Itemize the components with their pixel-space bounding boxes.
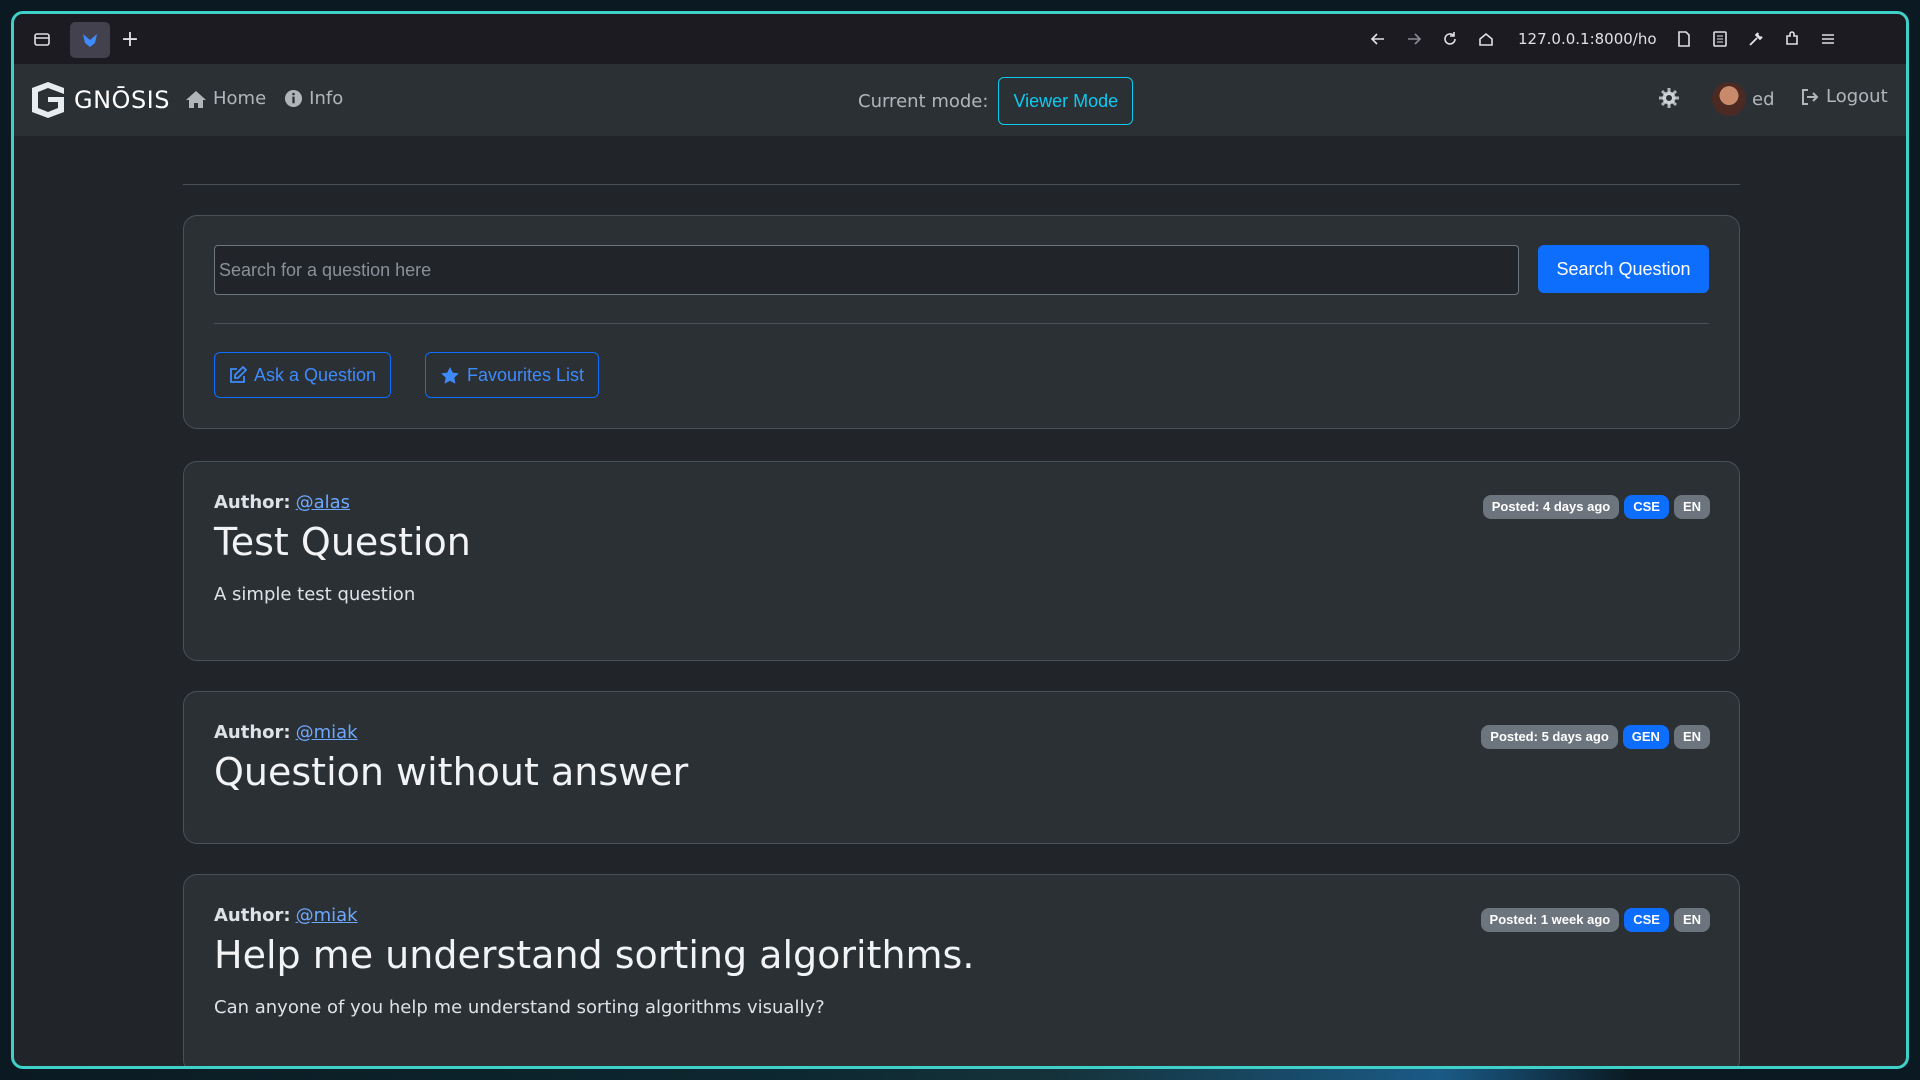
browser-toolbar: + 127.0.0.1:8000/ho: [14, 14, 1906, 64]
new-tab-icon[interactable]: +: [112, 21, 148, 57]
ask-question-button[interactable]: Ask a Question: [214, 352, 392, 398]
nav-info-link[interactable]: Info: [284, 88, 343, 109]
question-author: Author: @miak: [214, 905, 358, 926]
question-author: Author: @miak: [214, 722, 358, 743]
wrench-icon[interactable]: [1738, 21, 1774, 57]
search-input[interactable]: [214, 245, 1519, 295]
question-title[interactable]: Help me understand sorting algorithms.: [214, 933, 974, 977]
browser-window: + 127.0.0.1:8000/ho GNŌSIS Home Info Cur…: [11, 11, 1909, 1069]
question-author: Author: @alas: [214, 492, 350, 513]
edit-icon: [230, 366, 247, 383]
nav-home-link[interactable]: Home: [185, 88, 266, 109]
question-description: A simple test question: [214, 584, 416, 605]
reader-view-icon[interactable]: [1702, 21, 1738, 57]
category-badge: CSE: [1624, 495, 1669, 519]
avatar: [1712, 82, 1746, 116]
author-link[interactable]: @alas: [296, 492, 350, 513]
mode-indicator: Current mode: Viewer Mode: [858, 77, 1134, 125]
posted-badge: Posted: 4 days ago: [1482, 495, 1620, 519]
language-badge: EN: [1673, 495, 1710, 519]
question-card[interactable]: Author: @alas Posted: 4 days ago CSE EN T…: [183, 461, 1740, 661]
favourites-list-label: Favourites List: [467, 364, 585, 385]
author-label: Author:: [214, 492, 291, 513]
author-link[interactable]: @miak: [296, 905, 358, 926]
brand-link[interactable]: GNŌSIS: [28, 80, 170, 120]
star-icon: [441, 366, 459, 384]
logout-label: Logout: [1826, 86, 1888, 107]
posted-badge: Posted: 1 week ago: [1480, 908, 1620, 932]
gear-icon: [1659, 88, 1679, 108]
posted-badge: Posted: 5 days ago: [1481, 725, 1618, 749]
nav-links: Home Info: [185, 88, 343, 109]
forward-arrow-icon[interactable]: [1396, 21, 1432, 57]
tab-overview-icon[interactable]: [24, 21, 60, 57]
info-icon: [285, 89, 303, 108]
nav-home-label: Home: [213, 88, 267, 109]
gnosis-logo-icon: [32, 82, 64, 118]
question-badges: Posted: 1 week ago CSE EN: [1480, 908, 1710, 932]
question-badges: Posted: 5 days ago GEN EN: [1481, 725, 1710, 749]
browser-nav-controls: 127.0.0.1:8000/ho: [1360, 21, 1846, 57]
language-badge: EN: [1673, 908, 1710, 932]
divider: [214, 323, 1709, 324]
author-label: Author:: [214, 905, 291, 926]
divider: [183, 184, 1740, 185]
author-link[interactable]: @miak: [296, 722, 358, 743]
language-badge: EN: [1673, 725, 1710, 749]
menu-icon[interactable]: [1810, 21, 1846, 57]
ask-question-label: Ask a Question: [254, 364, 377, 385]
question-card[interactable]: Author: @miak Posted: 1 week ago CSE EN H…: [183, 874, 1740, 1066]
tab-favicon-icon: [83, 34, 97, 47]
app-navbar: GNŌSIS Home Info Current mode: Viewer Mo…: [14, 64, 1906, 136]
mode-label: Current mode:: [858, 90, 989, 112]
url-bar[interactable]: 127.0.0.1:8000/ho: [1518, 30, 1658, 48]
back-arrow-icon[interactable]: [1360, 21, 1396, 57]
category-badge: CSE: [1624, 908, 1669, 932]
user-menu[interactable]: ed: [1712, 82, 1775, 116]
logout-icon: [1802, 88, 1819, 105]
question-card[interactable]: Author: @miak Posted: 5 days ago GEN EN Q…: [183, 691, 1740, 844]
question-badges: Posted: 4 days ago CSE EN: [1482, 495, 1710, 519]
search-card: Search Question Ask a Question Favourite…: [183, 215, 1740, 429]
brand-name: GNŌSIS: [74, 86, 170, 114]
category-badge: GEN: [1622, 725, 1669, 749]
nav-info-label: Info: [309, 88, 344, 109]
question-title[interactable]: Test Question: [214, 520, 471, 564]
theme-toggle[interactable]: [1658, 87, 1680, 113]
logout-link[interactable]: Logout: [1800, 86, 1888, 107]
page-icon[interactable]: [1666, 21, 1702, 57]
active-browser-tab[interactable]: [70, 22, 110, 58]
search-button[interactable]: Search Question: [1538, 245, 1709, 293]
username: ed: [1752, 88, 1775, 110]
extensions-icon[interactable]: [1774, 21, 1810, 57]
mode-toggle-button[interactable]: Viewer Mode: [998, 77, 1134, 125]
question-title[interactable]: Question without answer: [214, 750, 688, 794]
favourites-list-button[interactable]: Favourites List: [425, 352, 600, 398]
author-label: Author:: [214, 722, 291, 743]
reload-icon[interactable]: [1432, 21, 1468, 57]
home-browser-icon[interactable]: [1468, 21, 1504, 57]
question-description: Can anyone of you help me understand sor…: [214, 997, 825, 1018]
home-icon: [186, 90, 206, 108]
